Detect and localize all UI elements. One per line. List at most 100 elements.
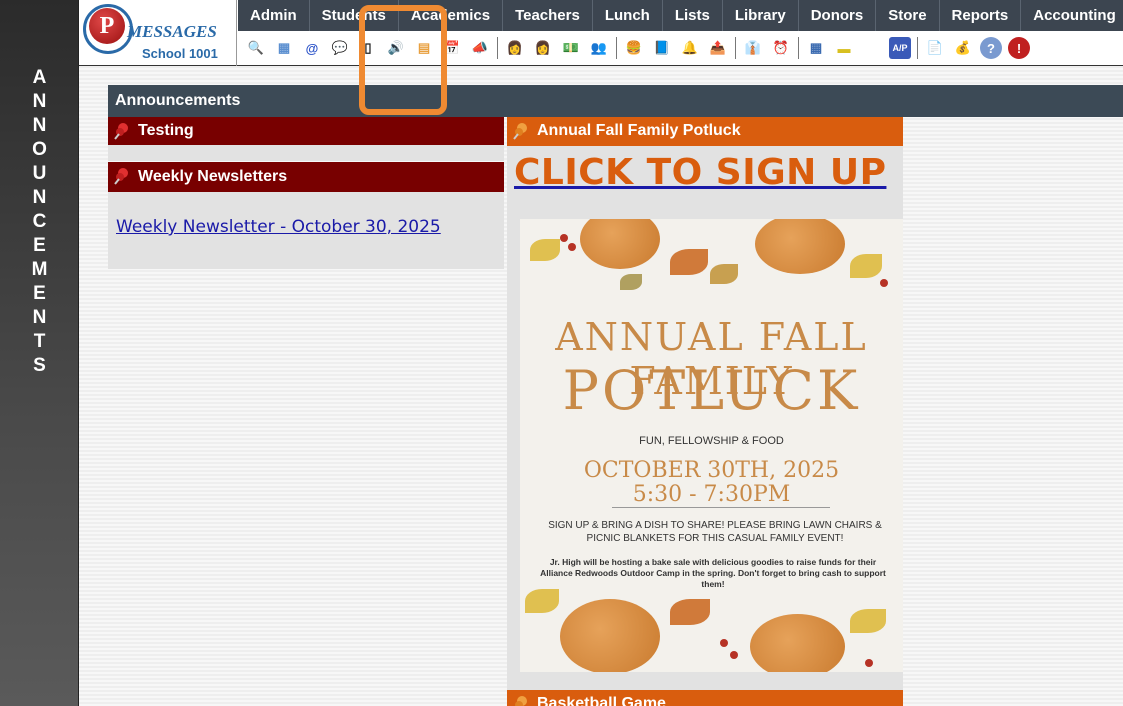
lunch-icon[interactable]: 🍔 [623, 37, 645, 59]
potluck-flyer[interactable]: ANNUAL FALL FAMILY POTLUCK FUN, FELLOWSH… [520, 219, 903, 672]
nav-tab-reports[interactable]: Reports [940, 0, 1022, 31]
sidebar-letter: S [33, 355, 46, 376]
sidebar-vertical-title: ANNOUNCEMENTS [0, 66, 79, 378]
nav-tab-teachers[interactable]: Teachers [503, 0, 593, 31]
search-icon[interactable]: 🔍 [245, 37, 267, 59]
help-icon[interactable]: ? [980, 37, 1002, 59]
leaf-decoration [710, 264, 738, 284]
logo[interactable]: P MESSAGES School 1001 [79, 0, 237, 66]
nav-tab-lists[interactable]: Lists [663, 0, 723, 31]
toolbar-separator [497, 37, 498, 59]
highlight-box [359, 5, 447, 115]
basketball-panel-header[interactable]: Basketball Game [507, 690, 903, 706]
nav-tab-donors[interactable]: Donors [799, 0, 877, 31]
flyer-date: OCTOBER 30TH, 2025 [583, 458, 840, 483]
berry-decoration [730, 651, 738, 659]
berry-decoration [865, 659, 873, 667]
berry-decoration [880, 279, 888, 287]
sidebar-letter: N [32, 91, 47, 112]
sidebar-letter: E [33, 235, 46, 256]
spreadsheet-icon[interactable]: ▦ [805, 37, 827, 59]
newsletters-panel-title: Weekly Newsletters [138, 168, 288, 185]
flyer-body: SIGN UP & BRING A DISH TO SHARE! PLEASE … [548, 520, 882, 544]
berry-decoration [568, 243, 576, 251]
sidebar-letter: C [32, 211, 47, 232]
flyer-datetime: OCTOBER 30TH, 2025 5:30 - 7:30PM [520, 459, 903, 507]
nav-tab-admin[interactable]: Admin [238, 0, 310, 31]
clock-icon[interactable]: ⏰ [770, 37, 792, 59]
leaf-decoration [670, 249, 708, 275]
stop-icon[interactable]: ! [1008, 37, 1030, 59]
export-icon[interactable]: 📤 [707, 37, 729, 59]
sidebar-letter: N [32, 187, 47, 208]
leaf-decoration [850, 609, 886, 633]
sidebar-letter: U [32, 163, 47, 184]
potluck-panel-body: CLICK TO SIGN UP ANNUAL FALL FAMILY POTL… [507, 146, 903, 690]
teacher-icon[interactable]: 👩 [504, 37, 526, 59]
sidebar-letter: M [31, 259, 48, 280]
pdf-icon[interactable]: 📄 [924, 37, 946, 59]
newsletters-panel-header[interactable]: Weekly Newsletters [108, 162, 504, 192]
leaf-decoration [525, 589, 559, 613]
logo-brand: MESSAGES [127, 22, 217, 41]
newsletters-panel-body: Weekly Newsletter - October 30, 2025 [108, 192, 504, 269]
nav-tab-accounting[interactable]: Accounting [1021, 0, 1123, 31]
toolbar-separator [735, 37, 736, 59]
testing-panel-body [108, 145, 504, 161]
flyer-time: 5:30 - 7:30PM [632, 482, 791, 507]
testing-panel-title: Testing [138, 122, 194, 139]
newsletter-link[interactable]: Weekly Newsletter - October 30, 2025 [116, 217, 441, 237]
school-name: School 1001 [142, 46, 218, 61]
pushpin-icon [513, 123, 527, 140]
flyer-tagline: FUN, FELLOWSHIP & FOOD [639, 435, 784, 447]
toolbar-separator [616, 37, 617, 59]
staff-icon[interactable]: 👩 [532, 37, 554, 59]
ap-icon[interactable]: A/P [889, 37, 911, 59]
leaf-decoration [620, 274, 642, 290]
leaf-decoration [530, 239, 560, 261]
book-icon[interactable]: 📘 [651, 37, 673, 59]
printer-icon[interactable]: 🖨 [861, 37, 883, 59]
pumpkin-decoration [580, 219, 660, 269]
pumpkin-decoration [560, 599, 660, 672]
sidebar-letter: N [32, 115, 47, 136]
basketball-panel-title: Basketball Game [537, 695, 666, 706]
family-icon[interactable]: 👥 [588, 37, 610, 59]
money-icon[interactable]: 💵 [560, 37, 582, 59]
flyer-title-line2: POTLUCK [562, 359, 861, 422]
register-icon[interactable]: 💰 [952, 37, 974, 59]
sidebar-letter: N [32, 307, 47, 328]
signup-link[interactable]: CLICK TO SIGN UP [514, 152, 886, 193]
pumpkin-decoration [755, 219, 845, 274]
nav-tab-store[interactable]: Store [876, 0, 940, 31]
toolbar-separator [798, 37, 799, 59]
nav-tab-lunch[interactable]: Lunch [593, 0, 663, 31]
sidebar-letter: E [33, 283, 46, 304]
potluck-panel-title: Annual Fall Family Potluck [537, 122, 741, 139]
chat-icon[interactable]: 💬 [329, 37, 351, 59]
toolbar-separator [917, 37, 918, 59]
email-icon[interactable]: @ [301, 37, 323, 59]
pushpin-icon [515, 696, 527, 706]
leaf-decoration [850, 254, 882, 278]
flyer-note: Jr. High will be hosting a bake sale wit… [540, 557, 886, 589]
sidebar-letter: O [32, 139, 47, 160]
logo-letter: P [89, 8, 125, 44]
app-header: P MESSAGES School 1001 Admin Students Acad… [79, 0, 1123, 66]
pushpin-icon [114, 123, 128, 140]
berry-decoration [720, 639, 728, 647]
megaphone-icon[interactable]: 📣 [469, 37, 491, 59]
berry-decoration [560, 234, 568, 242]
flyer-divider [612, 507, 830, 508]
testing-panel-header[interactable]: Testing [108, 117, 504, 145]
bell-icon[interactable]: 🔔 [679, 37, 701, 59]
grid-icon[interactable]: ▦ [273, 37, 295, 59]
pushpin-icon [114, 168, 128, 185]
sidebar-letter: A [32, 67, 47, 88]
potluck-panel-header[interactable]: Annual Fall Family Potluck [507, 117, 903, 146]
announcements-title: Announcements [108, 85, 1123, 117]
nav-tab-library[interactable]: Library [723, 0, 799, 31]
admin-icon[interactable]: 👔 [742, 37, 764, 59]
sidebar-letter: T [33, 331, 46, 352]
card-icon[interactable]: ▬ [833, 37, 855, 59]
